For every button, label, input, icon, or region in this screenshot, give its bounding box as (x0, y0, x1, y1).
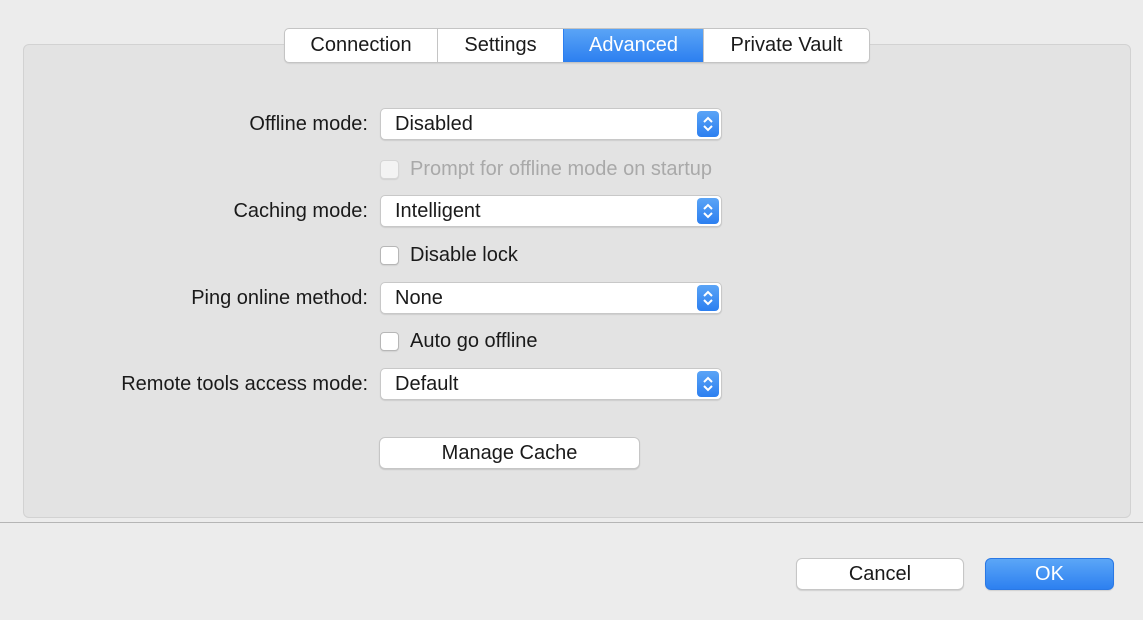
chevron-updown-icon (697, 371, 719, 397)
disable-lock-label[interactable]: Disable lock (410, 244, 518, 267)
ok-button[interactable]: OK (985, 558, 1114, 590)
ping-method-label: Ping online method: (191, 287, 368, 309)
auto-offline-checkbox-row[interactable]: Auto go offline (380, 328, 538, 354)
prompt-offline-checkbox (380, 159, 399, 179)
window-edge (0, 620, 1147, 624)
tab-connection[interactable]: Connection (285, 29, 437, 62)
caching-mode-label: Caching mode: (233, 200, 368, 222)
ping-method-select[interactable]: None (380, 282, 722, 314)
cancel-button[interactable]: Cancel (796, 558, 964, 590)
chevron-updown-icon (697, 198, 719, 224)
chevron-updown-icon (697, 285, 719, 311)
offline-mode-value: Disabled (395, 113, 473, 135)
prompt-offline-label: Prompt for offline mode on startup (410, 157, 713, 180)
prompt-offline-checkbox-row: Prompt for offline mode on startup (380, 156, 712, 182)
disable-lock-checkbox[interactable] (380, 245, 399, 265)
auto-offline-checkbox[interactable] (380, 331, 399, 351)
remote-tools-value: Default (395, 373, 459, 395)
offline-mode-label: Offline mode: (249, 113, 368, 135)
manage-cache-button[interactable]: Manage Cache (379, 437, 640, 469)
tab-bar: Connection Settings Advanced Private Vau… (284, 28, 870, 63)
auto-offline-label[interactable]: Auto go offline (410, 330, 538, 353)
window-edge (1143, 0, 1147, 624)
chevron-updown-icon (697, 111, 719, 137)
caching-mode-value: Intelligent (395, 200, 481, 222)
remote-tools-label: Remote tools access mode: (121, 373, 368, 395)
ping-method-value: None (395, 287, 443, 309)
caching-mode-select[interactable]: Intelligent (380, 195, 722, 227)
tab-private-vault[interactable]: Private Vault (703, 29, 869, 62)
remote-tools-select[interactable]: Default (380, 368, 722, 400)
footer-divider (0, 522, 1147, 523)
disable-lock-checkbox-row[interactable]: Disable lock (380, 242, 518, 268)
offline-mode-select[interactable]: Disabled (380, 108, 722, 140)
tab-advanced[interactable]: Advanced (563, 29, 703, 62)
tab-settings[interactable]: Settings (437, 29, 563, 62)
